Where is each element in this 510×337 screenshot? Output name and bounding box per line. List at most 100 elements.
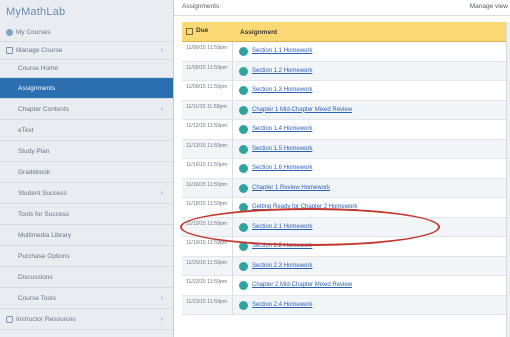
sidebar-item-multimedia-library[interactable]: Multimedia Library bbox=[0, 225, 173, 246]
sidebar-item-tools-for-success[interactable]: Tools for Success bbox=[0, 204, 173, 225]
assignment-link[interactable]: Section 1.5 Homework bbox=[252, 146, 312, 152]
table-row: 11/09/15 11:59pm Section 1.1 Homework bbox=[182, 42, 510, 62]
sidebar-item-label: Discussions bbox=[18, 274, 53, 281]
table-row: 11/09/15 11:59pm Section 1.3 Homework bbox=[182, 81, 510, 101]
page-title: Assignments bbox=[182, 3, 220, 10]
sidebar-item-gradebook[interactable]: Gradebook bbox=[0, 162, 173, 183]
assignment-link[interactable]: Section 2.4 Homework bbox=[252, 302, 312, 308]
highlight-oval bbox=[180, 208, 440, 246]
column-divider bbox=[232, 100, 233, 120]
manage-view-link[interactable]: Manage view bbox=[470, 0, 508, 14]
due-date: 11/13/15 11:59pm bbox=[186, 142, 228, 149]
chevron-right-icon: › bbox=[160, 190, 163, 197]
table-row: 11/16/15 11:59pm Chapter 1 Review Homewor… bbox=[182, 178, 510, 198]
due-date: 11/23/15 11:59pm bbox=[186, 279, 228, 285]
column-divider bbox=[232, 139, 233, 159]
homework-icon bbox=[239, 125, 248, 134]
assignment-link[interactable]: Section 1.4 Homework bbox=[252, 126, 312, 132]
due-date: 11/20/15 11:59pm bbox=[186, 259, 228, 266]
homework-icon bbox=[239, 300, 248, 310]
scrollbar[interactable] bbox=[506, 22, 510, 337]
sidebar-item-course-tools[interactable]: Course Tools › bbox=[0, 288, 173, 309]
calendar-icon bbox=[186, 28, 193, 35]
homework-icon bbox=[239, 66, 248, 76]
resources-icon bbox=[6, 316, 13, 323]
due-date: 11/16/15 11:59pm bbox=[186, 181, 228, 188]
table-row: 11/11/15 11:59pm Chapter 1 Mid-Chapter Mi… bbox=[182, 100, 510, 120]
sidebar-item-instructor-resources[interactable]: Instructor Resources › bbox=[0, 309, 173, 330]
table-row: 11/23/15 11:59pm Section 2.4 Homework bbox=[182, 295, 510, 315]
sidebar-item-label: Course Tools bbox=[18, 295, 56, 302]
sidebar-item-chapter-contents[interactable]: Chapter Contents › bbox=[0, 99, 173, 120]
table-row: 11/12/15 11:59pm Section 1.4 Homework bbox=[182, 120, 510, 140]
due-date: 11/18/15 11:59pm bbox=[186, 201, 228, 207]
due-date: 11/16/15 11:59pm bbox=[186, 162, 228, 168]
assignment-link[interactable]: Chapter 2 Mid-Chapter Mixed Review bbox=[252, 282, 352, 288]
column-divider bbox=[232, 61, 233, 81]
sidebar-item-label: Instructor Resources bbox=[16, 316, 76, 323]
sidebar-item-course-home[interactable]: Course Home bbox=[0, 60, 173, 78]
app-logo: MyMathLab bbox=[6, 6, 66, 18]
homework-icon bbox=[239, 164, 248, 173]
homework-icon bbox=[239, 86, 248, 95]
sidebar-item-etext[interactable]: eText bbox=[0, 120, 173, 141]
sidebar-item-label: Multimedia Library bbox=[18, 232, 72, 239]
assignment-link[interactable]: Section 1.3 Homework bbox=[252, 87, 312, 93]
assignment-link[interactable]: Section 1.2 Homework bbox=[252, 68, 312, 74]
column-divider bbox=[232, 295, 233, 315]
sidebar-item-label: Manage Course bbox=[16, 47, 63, 54]
sidebar-item-label: Gradebook bbox=[18, 169, 51, 176]
column-divider bbox=[232, 276, 233, 295]
column-divider bbox=[232, 256, 233, 276]
column-divider bbox=[232, 42, 233, 61]
due-date: 11/23/15 11:59pm bbox=[186, 298, 228, 305]
home-icon bbox=[6, 47, 13, 54]
sidebar-item-student-success[interactable]: Student Success › bbox=[0, 183, 173, 204]
column-divider bbox=[232, 178, 233, 198]
assignment-link[interactable]: Section 1.1 Homework bbox=[252, 48, 312, 54]
table-row: 11/23/15 11:59pm Chapter 2 Mid-Chapter Mi… bbox=[182, 276, 510, 296]
assignment-link[interactable]: Section 2.3 Homework bbox=[252, 263, 312, 269]
sidebar: MyMathLab My Courses Manage Course › Cou… bbox=[0, 0, 174, 337]
homework-icon bbox=[239, 183, 248, 193]
sidebar-item-discussions[interactable]: Discussions bbox=[0, 267, 173, 288]
due-date: 11/09/15 11:59pm bbox=[186, 84, 228, 90]
sidebar-item-manage-course[interactable]: Manage Course › bbox=[0, 42, 173, 60]
assignment-link[interactable]: Section 1.6 Homework bbox=[252, 165, 312, 171]
app-window: MyMathLab My Courses Manage Course › Cou… bbox=[0, 0, 510, 337]
sidebar-item-label: eText bbox=[18, 127, 34, 134]
table-row: 11/13/15 11:59pm Section 1.5 Homework bbox=[182, 139, 510, 159]
column-header-assignment[interactable]: Assignment bbox=[240, 29, 277, 36]
chevron-right-icon: › bbox=[160, 47, 163, 54]
table-header: Due Assignment bbox=[182, 22, 510, 42]
sidebar-item-assignments[interactable]: Assignments bbox=[0, 78, 173, 99]
sidebar-item-label: Tools for Success bbox=[18, 211, 69, 218]
sidebar-item-study-plan[interactable]: Study Plan bbox=[0, 141, 173, 162]
page-header: Assignments Manage view bbox=[174, 0, 510, 16]
homework-icon bbox=[239, 105, 248, 115]
column-header-due[interactable]: Due bbox=[196, 27, 208, 34]
sidebar-item-my-courses[interactable]: My Courses bbox=[0, 24, 173, 42]
chevron-right-icon: › bbox=[160, 295, 163, 302]
due-date: 11/12/15 11:59pm bbox=[186, 123, 228, 129]
sidebar-item-label: Student Success bbox=[18, 190, 67, 197]
column-divider bbox=[232, 159, 233, 178]
homework-icon bbox=[239, 261, 248, 271]
table-row: 11/16/15 11:59pm Section 1.6 Homework bbox=[182, 159, 510, 179]
homework-icon bbox=[239, 47, 248, 56]
homework-icon bbox=[239, 281, 248, 290]
due-date: 11/09/15 11:59pm bbox=[186, 45, 228, 51]
sidebar-item-label: Course Home bbox=[18, 65, 59, 72]
table-row: 11/20/15 11:59pm Section 2.3 Homework bbox=[182, 256, 510, 276]
chevron-right-icon: › bbox=[160, 316, 163, 323]
chevron-right-icon: › bbox=[160, 106, 163, 113]
sidebar-item-label: Chapter Contents bbox=[18, 106, 69, 113]
assignment-link[interactable]: Chapter 1 Mid-Chapter Mixed Review bbox=[252, 107, 352, 113]
due-date: 11/11/15 11:59pm bbox=[186, 103, 227, 110]
sidebar-item-purchase-options[interactable]: Purchase Options bbox=[0, 246, 173, 267]
column-divider bbox=[232, 120, 233, 139]
table-row: 11/09/15 11:59pm Section 1.2 Homework bbox=[182, 61, 510, 81]
assignment-link[interactable]: Chapter 1 Review Homework bbox=[252, 185, 330, 191]
courses-icon bbox=[6, 29, 13, 36]
column-divider bbox=[232, 81, 233, 100]
